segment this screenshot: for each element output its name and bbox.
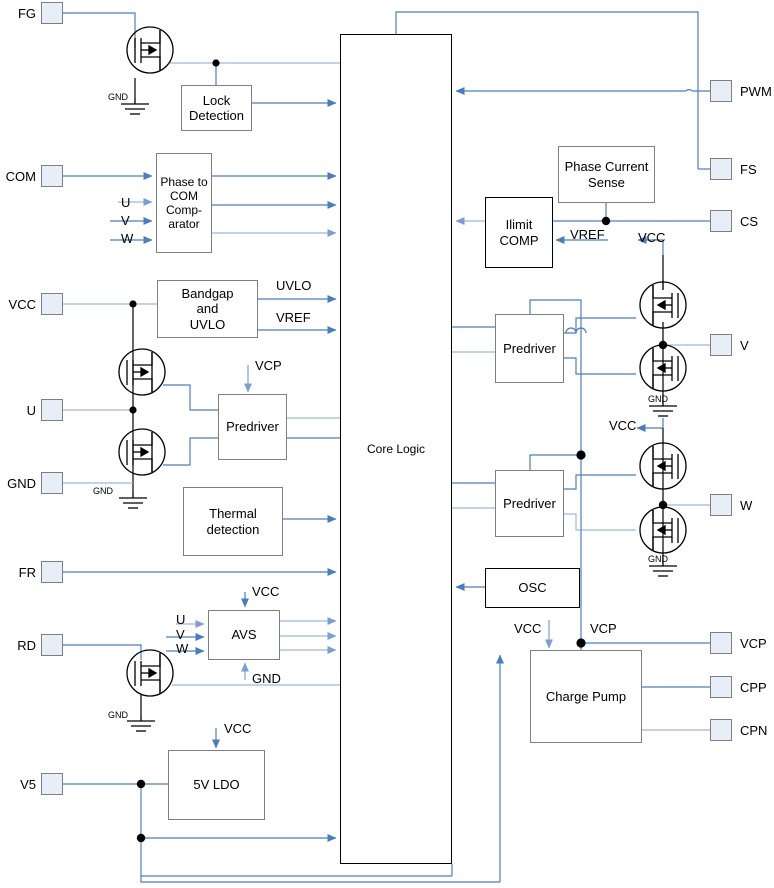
net-label-gnd-w: GND — [648, 554, 668, 564]
block-predriver-v[interactable]: Predriver — [495, 314, 564, 383]
net-label-vcc-chargepump: VCC — [514, 621, 542, 636]
pin-fs[interactable] — [710, 158, 732, 180]
pin-vcc[interactable] — [41, 293, 63, 315]
pin-com[interactable] — [41, 165, 63, 187]
net-label-vref-out: VREF — [276, 310, 311, 325]
mosfet-u-high — [118, 348, 166, 396]
pin-cpn[interactable] — [710, 719, 732, 741]
net-label-gnd-avs: GND — [252, 671, 281, 686]
mosfet-rd — [126, 649, 174, 697]
mosfet-u-low — [118, 428, 166, 476]
block-phase-current-sense[interactable]: Phase Current Sense — [558, 146, 655, 203]
pin-label-vcp: VCP — [740, 636, 767, 651]
block-diagram-canvas: Core Logic Lock Detection Phase to COM C… — [0, 0, 774, 888]
pin-label-com: COM — [5, 169, 36, 184]
pin-label-v5: V5 — [20, 777, 36, 792]
pin-label-u: U — [26, 403, 36, 418]
net-label-vcc-w-stack: VCC — [609, 418, 637, 433]
pin-fg[interactable] — [41, 2, 63, 24]
block-core-logic[interactable]: Core Logic — [340, 34, 452, 864]
junction-dot — [129, 300, 137, 308]
net-label-vcc-ilimit: VCC — [638, 230, 666, 245]
ground-symbol-u — [119, 492, 147, 509]
net-label-phase-v-avs: V — [176, 627, 185, 642]
pin-label-pwm: PWM — [740, 84, 772, 99]
pin-u[interactable] — [41, 399, 63, 421]
net-label-uvlo-out: UVLO — [276, 278, 312, 293]
pin-label-cpn: CPN — [740, 723, 768, 738]
pin-fr[interactable] — [41, 561, 63, 583]
pin-cs[interactable] — [710, 210, 732, 232]
block-lock-detection[interactable]: Lock Detection — [181, 85, 252, 131]
net-label-phase-u-comp: U — [121, 195, 131, 210]
pin-label-w: W — [740, 498, 753, 513]
net-label-phase-u-avs: U — [176, 612, 186, 627]
net-label-vref-ilimit: VREF — [570, 227, 605, 242]
junction-dot — [136, 833, 146, 843]
pin-v[interactable] — [710, 334, 732, 356]
net-label-vcc-avs: VCC — [252, 584, 280, 599]
junction-dot — [576, 450, 586, 460]
block-thermal-detection[interactable]: Thermal detection — [183, 487, 283, 556]
block-phase-to-com-comparator[interactable]: Phase to COM Comp- arator — [156, 153, 212, 253]
junction-dot — [136, 779, 146, 789]
pin-label-cs: CS — [740, 214, 759, 229]
pin-v5[interactable] — [41, 773, 63, 795]
net-label-gnd-fg: GND — [108, 92, 128, 102]
net-label-phase-w-avs: W — [176, 641, 189, 656]
net-label-gnd-u: GND — [93, 486, 113, 496]
pin-label-fs: FS — [740, 162, 757, 177]
pin-label-vcc: VCC — [8, 297, 36, 312]
ground-symbol-rd — [127, 715, 155, 732]
pin-w[interactable] — [710, 494, 732, 516]
block-predriver-u[interactable]: Predriver — [218, 394, 287, 460]
junction-dot — [601, 216, 611, 226]
net-label-vcp-chargepump: VCP — [590, 621, 617, 636]
block-ilimit-comp[interactable]: Ilimit COMP — [485, 197, 553, 268]
block-5v-ldo[interactable]: 5V LDO — [168, 750, 265, 820]
pin-label-cpp: CPP — [740, 680, 767, 695]
pin-pwm[interactable] — [710, 80, 732, 102]
pin-label-v: V — [740, 338, 749, 353]
pin-label-fg: FG — [17, 6, 36, 21]
pin-label-rd: RD — [17, 638, 36, 653]
junction-dot — [658, 500, 668, 510]
net-label-phase-w-comp: W — [121, 231, 134, 246]
net-label-vcp-predriver-u: VCP — [255, 358, 282, 373]
pin-gnd[interactable] — [41, 472, 63, 494]
pin-cpp[interactable] — [710, 676, 732, 698]
block-osc[interactable]: OSC — [485, 568, 580, 608]
junction-dot — [212, 59, 220, 67]
mosfet-fg — [126, 26, 174, 74]
net-label-phase-v-comp: V — [121, 213, 130, 228]
block-avs[interactable]: AVS — [208, 610, 280, 660]
junction-dot — [576, 638, 586, 648]
junction-dot — [129, 406, 137, 414]
pin-label-gnd: GND — [7, 476, 36, 491]
pin-vcp[interactable] — [710, 632, 732, 654]
net-label-gnd-rd: GND — [108, 710, 128, 720]
net-label-vcc-ldo: VCC — [224, 721, 252, 736]
pin-rd[interactable] — [41, 634, 63, 656]
block-bandgap-uvlo[interactable]: Bandgap and UVLO — [157, 280, 258, 338]
net-label-gnd-v: GND — [648, 394, 668, 404]
block-predriver-w[interactable]: Predriver — [495, 470, 564, 537]
pin-label-fr: FR — [18, 565, 36, 580]
block-charge-pump[interactable]: Charge Pump — [530, 650, 642, 743]
